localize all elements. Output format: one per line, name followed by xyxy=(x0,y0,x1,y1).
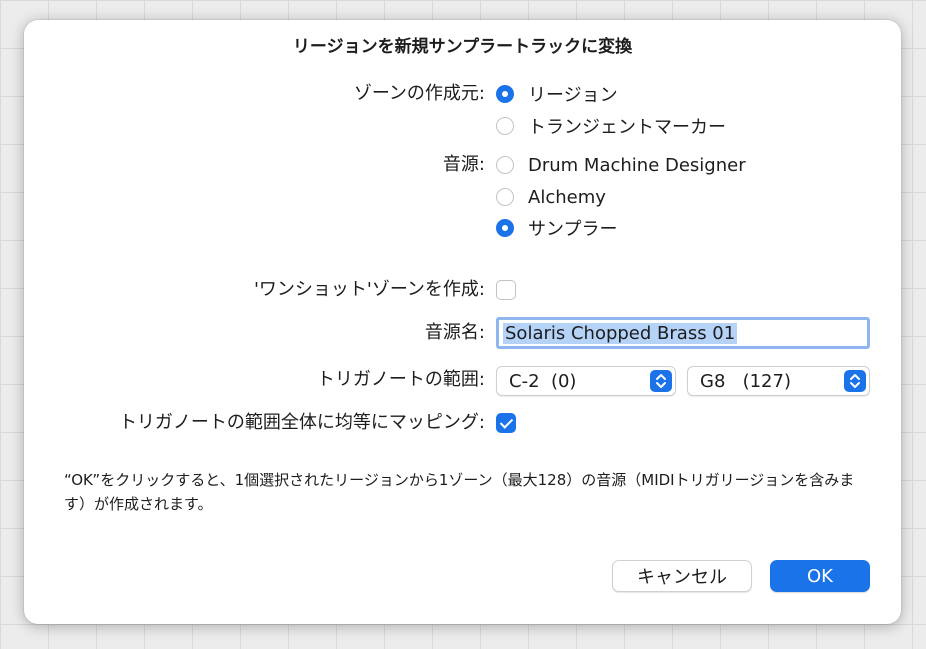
trigger-range-high-popup[interactable]: G8 (127) xyxy=(687,366,870,396)
radio-selected-icon[interactable] xyxy=(496,219,514,237)
one-shot-label: 'ワンショット'ゾーンを作成: xyxy=(253,279,485,300)
chevron-up-down-icon xyxy=(844,370,866,392)
instrument-dmd-label: Drum Machine Designer xyxy=(528,154,746,176)
radio-unselected-icon[interactable] xyxy=(496,156,514,174)
zone-source-transient-option[interactable]: トランジェントマーカー xyxy=(496,115,726,138)
zone-source-region-option[interactable]: リージョン xyxy=(496,83,618,106)
trigger-range-label: トリガノートの範囲: xyxy=(316,369,485,390)
radio-unselected-icon[interactable] xyxy=(496,188,514,206)
chevron-up-down-icon xyxy=(650,370,672,392)
trigger-range-high-value: G8 (127) xyxy=(700,370,791,392)
instrument-label: 音源: xyxy=(442,154,485,175)
map-evenly-checkbox[interactable] xyxy=(496,413,516,433)
trigger-range-low-popup[interactable]: C-2 (0) xyxy=(496,366,676,396)
radio-selected-icon[interactable] xyxy=(496,85,514,103)
instrument-dmd-option[interactable]: Drum Machine Designer xyxy=(496,154,746,176)
instrument-alchemy-option[interactable]: Alchemy xyxy=(496,186,606,208)
instrument-sampler-label: サンプラー xyxy=(528,219,618,240)
map-evenly-label: トリガノートの範囲全体に均等にマッピング: xyxy=(118,412,485,433)
dialog-title: リージョンを新規サンプラートラックに変換 xyxy=(292,37,633,57)
instrument-name-field[interactable]: Solaris Chopped Brass 01 xyxy=(496,317,870,349)
ok-button[interactable]: OK xyxy=(770,560,870,592)
instrument-sampler-option[interactable]: サンプラー xyxy=(496,217,618,240)
instrument-name-value: Solaris Chopped Brass 01 xyxy=(503,322,738,344)
one-shot-checkbox[interactable] xyxy=(496,280,516,300)
radio-unselected-icon[interactable] xyxy=(496,117,514,135)
instrument-name-label: 音源名: xyxy=(424,322,485,343)
zone-source-transient-label: トランジェントマーカー xyxy=(528,117,726,138)
zone-source-region-label: リージョン xyxy=(528,85,618,106)
description-text: “OK”をクリックすると、1個選択されたリージョンから1ゾーン（最大128）の音… xyxy=(64,471,855,513)
zone-source-label: ゾーンの作成元: xyxy=(353,83,485,104)
convert-to-sampler-dialog: リージョンを新規サンプラートラックに変換 ゾーンの作成元: リージョン トランジ… xyxy=(24,20,901,624)
cancel-button[interactable]: キャンセル xyxy=(612,560,752,592)
trigger-range-low-value: C-2 (0) xyxy=(509,370,577,392)
instrument-alchemy-label: Alchemy xyxy=(528,186,606,208)
